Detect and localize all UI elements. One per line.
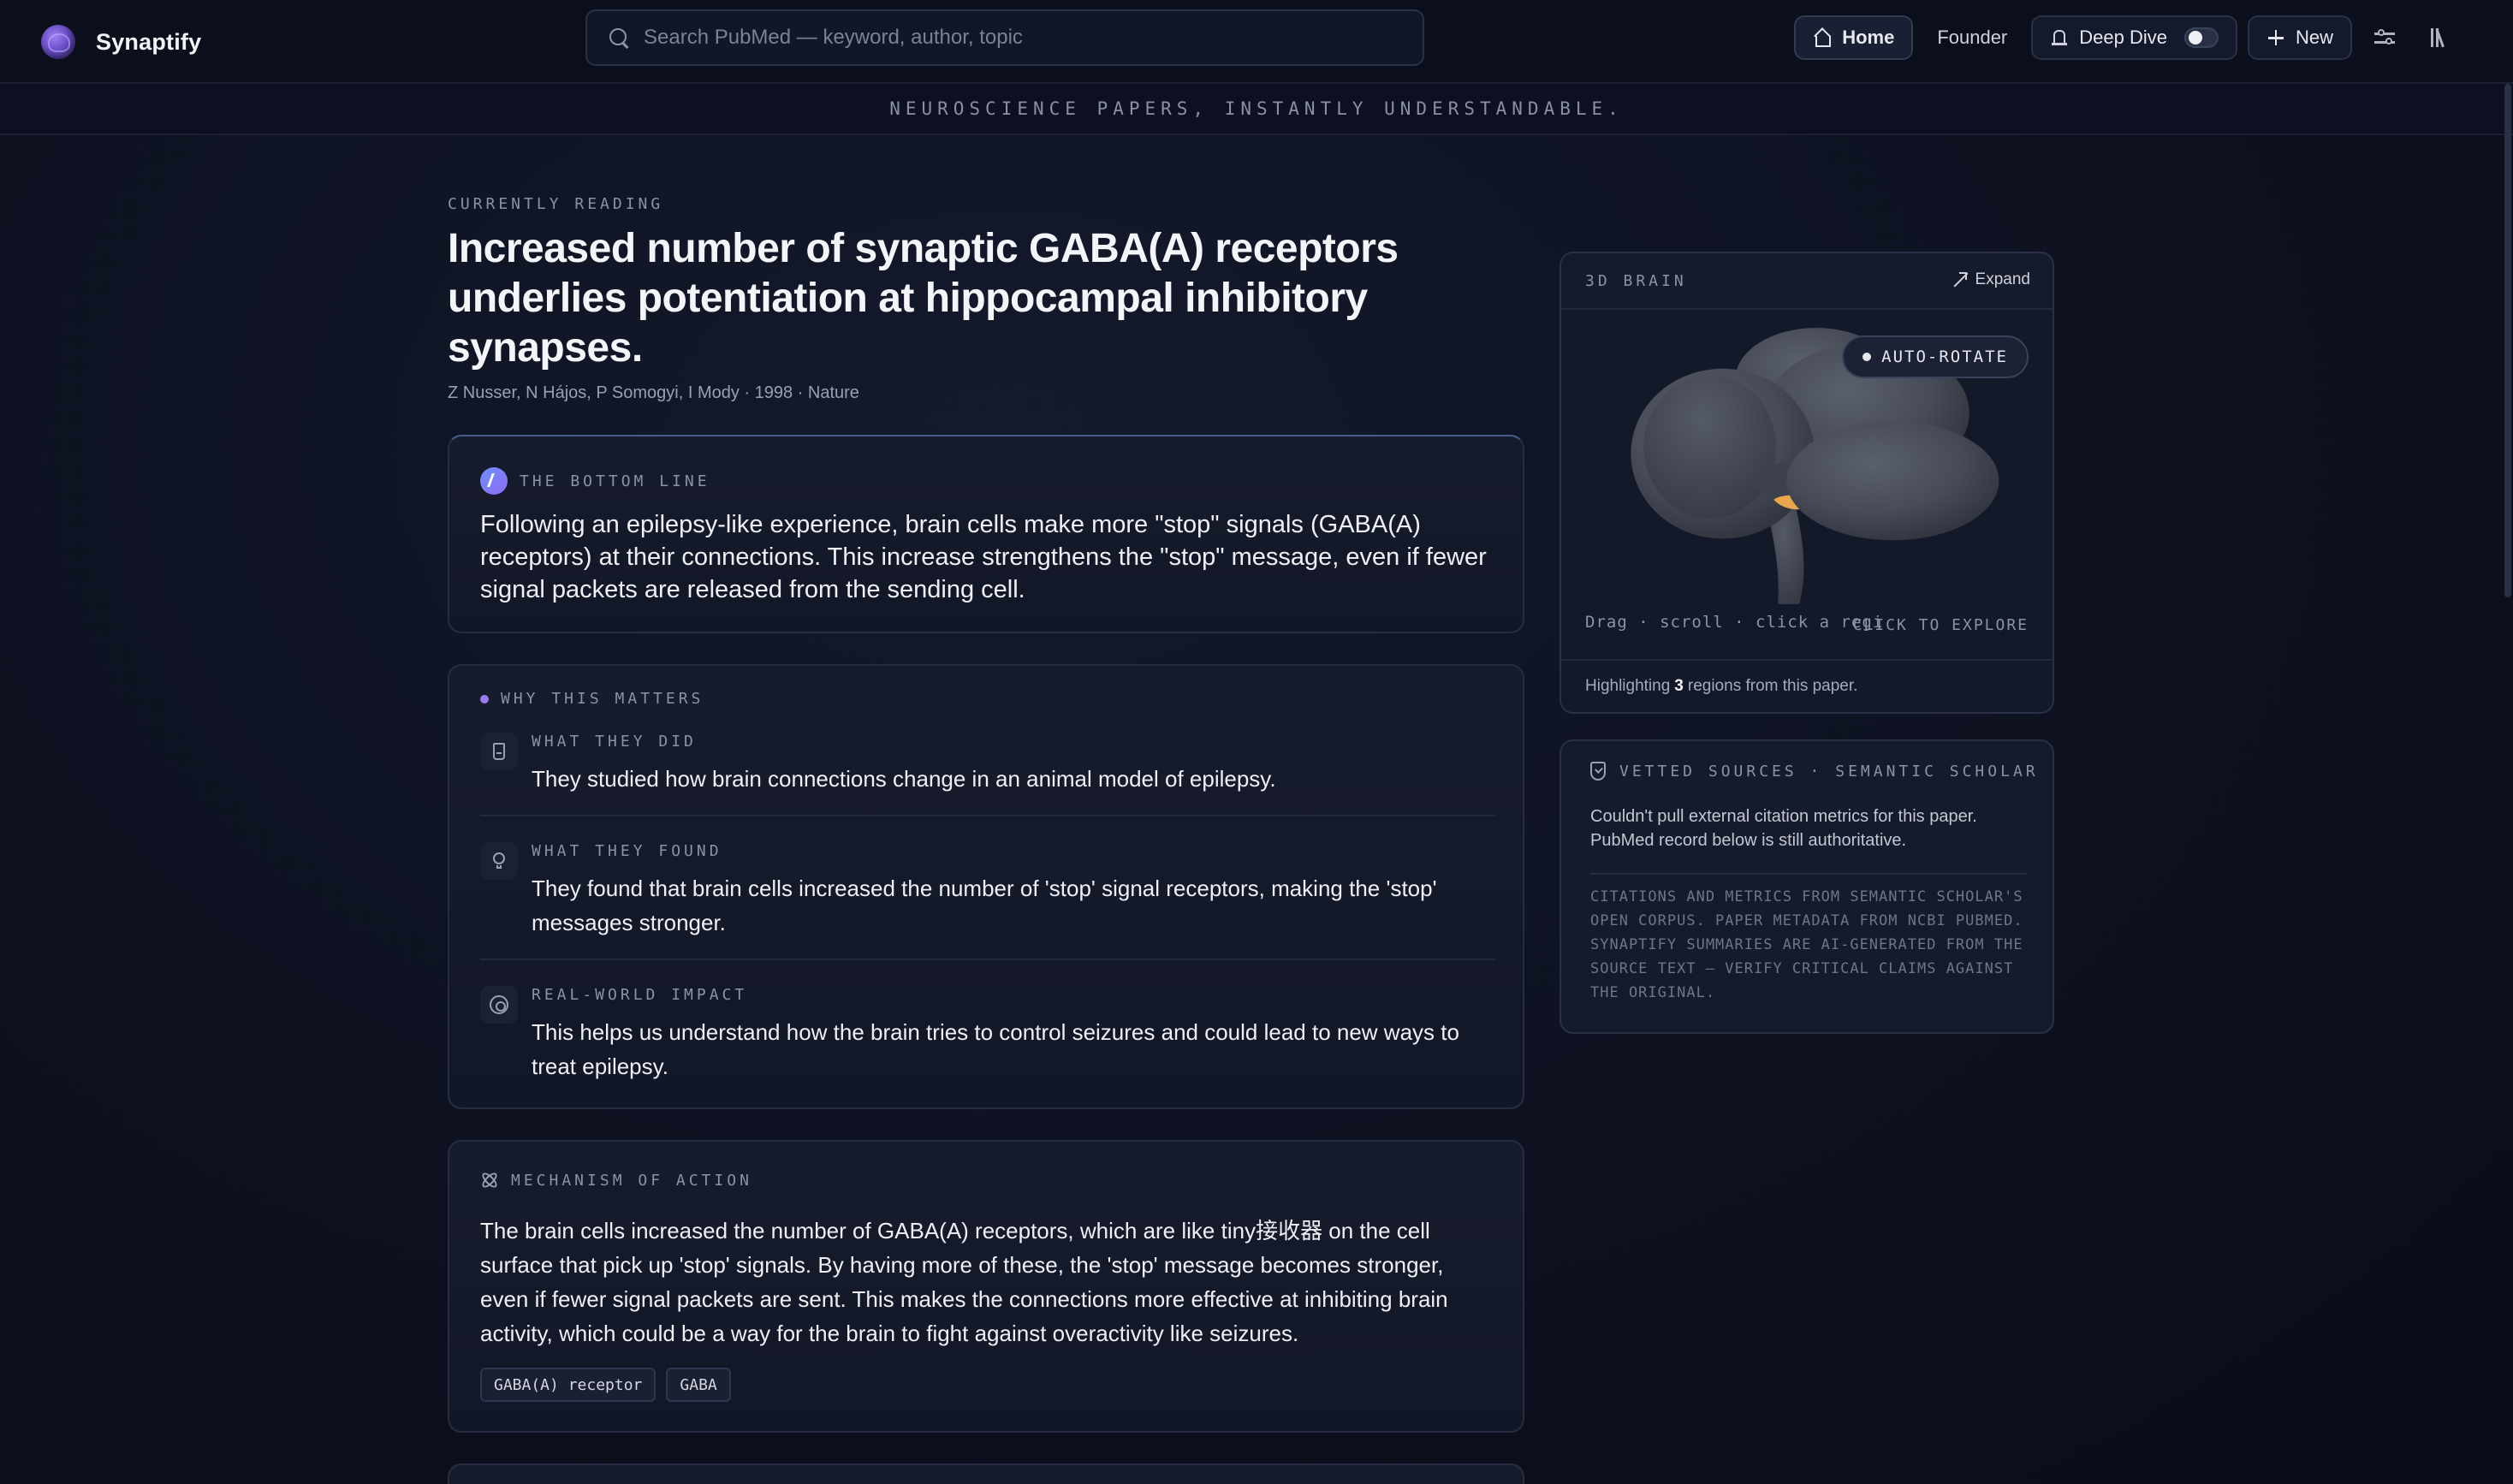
mechanism-card: MECHANISM OF ACTION The brain cells incr… <box>448 1140 1524 1433</box>
paper-title: Increased number of synaptic GABA(A) rec… <box>448 226 1399 371</box>
sliders-icon <box>2374 29 2395 46</box>
why-item: WHAT THEY DID They studied how brain con… <box>480 733 1495 810</box>
vetted-label: VETTED SOURCES · SEMANTIC SCHOLAR <box>1619 762 2039 781</box>
why-item-label: WHAT THEY DID <box>532 733 697 751</box>
sources-disclaimer: Citations and metrics from Semantic Scho… <box>1590 888 2023 1001</box>
search-bar[interactable] <box>585 9 1424 66</box>
nav-actions: Home Founder Deep Dive New <box>1784 15 2462 61</box>
atom-icon <box>480 1171 499 1190</box>
mechanism-label: MECHANISM OF ACTION <box>511 1171 752 1190</box>
new-button[interactable]: New <box>2247 15 2352 60</box>
library-button[interactable] <box>2417 15 2462 60</box>
bolt-icon <box>480 467 508 495</box>
home-icon <box>1813 28 1832 47</box>
why-header: WHY THIS MATTERS <box>480 690 704 708</box>
why-item: REAL-WORLD IMPACT This helps us understa… <box>480 986 1495 1089</box>
home-button[interactable]: Home <box>1794 15 1914 60</box>
why-item-text: This helps us understand how the brain t… <box>532 1019 1459 1079</box>
why-item-label: REAL-WORLD IMPACT <box>532 986 748 1004</box>
brain-logo-icon <box>41 25 75 59</box>
divider <box>480 959 1495 960</box>
deep-dive-label: Deep Dive <box>2079 27 2167 48</box>
bottom-line-label: THE BOTTOM LINE <box>520 472 710 490</box>
settings-button[interactable] <box>2362 15 2407 60</box>
tagline-bar: NEUROSCIENCE PAPERS, INSTANTLY UNDERSTAN… <box>0 84 2513 135</box>
auto-rotate-toggle[interactable]: AUTO-ROTATE <box>1842 335 2029 378</box>
founder-link[interactable]: Founder <box>1937 27 2007 49</box>
currently-reading-label: CURRENTLY READING <box>448 195 664 213</box>
vetted-message: Couldn't pull external citation metrics … <box>1590 807 1977 850</box>
top-nav: Synaptify Home Founder Deep Dive New <box>0 0 2513 84</box>
brain-viewer-card: 3D BRAIN Expand AUTO-ROTATE Drag · scrol… <box>1559 252 2054 714</box>
home-label: Home <box>1842 27 1895 48</box>
divider <box>1590 873 2027 875</box>
brain-header: 3D BRAIN Expand <box>1561 253 2053 310</box>
new-label: New <box>2295 27 2333 48</box>
tag-chip[interactable]: GABA(A) receptor <box>480 1368 656 1402</box>
brain-footer-suffix: regions from this paper. <box>1687 677 1858 695</box>
tag-list: GABA(A) receptor GABA <box>480 1368 741 1402</box>
page-scrollbar[interactable] <box>2503 84 2513 597</box>
mechanism-text: The brain cells increased the number of … <box>480 1218 1448 1346</box>
bullet-dot-icon <box>480 694 489 703</box>
target-icon <box>480 986 518 1024</box>
expand-button[interactable]: Expand <box>1952 270 2030 289</box>
brain-label: 3D BRAIN <box>1585 272 1687 290</box>
expand-label: Expand <box>1975 270 2030 288</box>
library-icon <box>2429 28 2450 48</box>
next-card <box>448 1463 1524 1484</box>
shield-check-icon <box>1590 762 1606 781</box>
click-to-explore-label[interactable]: CLICK TO EXPLORE <box>1853 616 2029 634</box>
deep-dive-switch[interactable] <box>2183 27 2219 48</box>
paper-meta: Z Nusser, N Hájos, P Somogyi, I Mody · 1… <box>448 383 859 402</box>
brand-name: Synaptify <box>96 28 202 55</box>
flask-icon <box>480 733 518 770</box>
divider <box>480 815 1495 816</box>
mechanism-header: MECHANISM OF ACTION <box>480 1171 752 1190</box>
tagline: NEUROSCIENCE PAPERS, INSTANTLY UNDERSTAN… <box>889 98 1624 119</box>
deep-dive-toggle[interactable]: Deep Dive <box>2031 15 2237 60</box>
why-item-text: They studied how brain connections chang… <box>532 766 1276 792</box>
vetted-sources-card: VETTED SOURCES · SEMANTIC SCHOLAR Couldn… <box>1559 739 2054 1034</box>
why-this-matters-card: WHY THIS MATTERS WHAT THEY DID They stud… <box>448 664 1524 1109</box>
why-item: WHAT THEY FOUND They found that brain ce… <box>480 842 1495 945</box>
bottom-line-card: THE BOTTOM LINE Following an epilepsy-li… <box>448 435 1524 633</box>
diver-icon <box>2050 28 2069 47</box>
tag-chip[interactable]: GABA <box>666 1368 731 1402</box>
why-label: WHY THIS MATTERS <box>501 690 704 708</box>
search-icon <box>608 27 630 49</box>
region-count: 3 <box>1674 677 1684 695</box>
bottom-line-header: THE BOTTOM LINE <box>480 467 710 495</box>
why-item-text: They found that brain cells increased th… <box>532 876 1437 935</box>
bottom-line-text: Following an epilepsy-like experience, b… <box>480 511 1487 603</box>
brain-footer: Highlighting 3 regions from this paper. <box>1561 659 2053 712</box>
vetted-header: VETTED SOURCES · SEMANTIC SCHOLAR <box>1590 762 2039 781</box>
lightbulb-icon <box>480 842 518 880</box>
why-item-label: WHAT THEY FOUND <box>532 842 722 860</box>
plus-icon <box>2266 28 2285 47</box>
search-input[interactable] <box>644 26 1397 50</box>
brain-interaction-hint: Drag · scroll · click a regi <box>1585 613 1884 632</box>
expand-icon <box>1952 272 1967 288</box>
brain-footer-prefix: Highlighting <box>1585 677 1671 695</box>
brand[interactable]: Synaptify <box>41 21 201 63</box>
